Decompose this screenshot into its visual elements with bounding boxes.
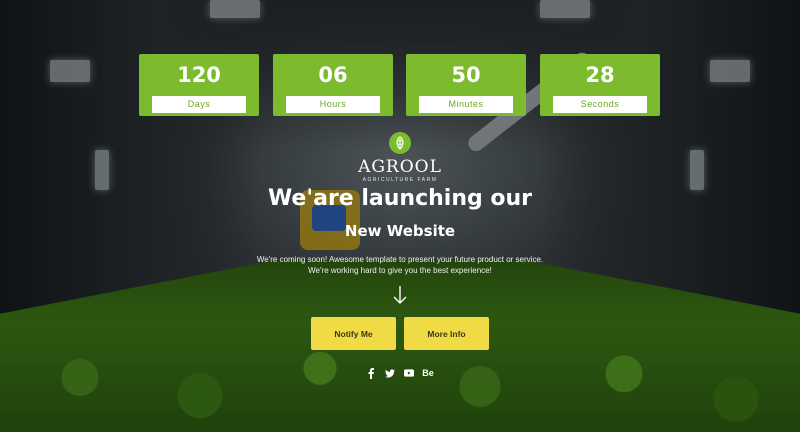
logo[interactable]: AGROOL AGRICULTURE FARM	[340, 132, 460, 183]
notify-me-button[interactable]: Notify Me	[311, 317, 396, 350]
countdown-days-value: 120	[177, 63, 221, 87]
description-line-2: We're working hard to give you the best …	[308, 266, 492, 275]
behance-icon[interactable]: Be	[422, 368, 434, 379]
countdown-seconds-value: 28	[585, 63, 615, 87]
logo-name: AGROOL	[358, 157, 442, 177]
youtube-icon[interactable]	[404, 368, 414, 379]
countdown: 120 Days 06 Hours 50 Minutes 28 Seconds	[139, 54, 660, 116]
countdown-minutes-value: 50	[451, 63, 481, 87]
more-info-button[interactable]: More Info	[404, 317, 489, 350]
description-line-1: We're coming soon! Awesome template to p…	[256, 255, 544, 264]
leaf-icon	[389, 132, 411, 154]
countdown-seconds: 28 Seconds	[540, 54, 660, 116]
arrow-down-icon[interactable]	[392, 285, 408, 305]
headline: We'are launching our	[267, 186, 533, 211]
countdown-hours: 06 Hours	[273, 54, 393, 116]
countdown-hours-value: 06	[318, 63, 348, 87]
countdown-days: 120 Days	[139, 54, 259, 116]
countdown-days-label: Days	[152, 96, 246, 113]
twitter-icon[interactable]	[385, 368, 395, 379]
logo-tagline: AGRICULTURE FARM	[362, 177, 438, 183]
countdown-minutes: 50 Minutes	[406, 54, 526, 116]
subheadline: New Website	[344, 222, 456, 240]
countdown-seconds-label: Seconds	[553, 96, 647, 113]
social-links: Be	[366, 366, 436, 380]
countdown-hours-label: Hours	[286, 96, 380, 113]
facebook-icon[interactable]	[366, 367, 376, 379]
description: We're coming soon! Awesome template to p…	[0, 254, 800, 276]
countdown-minutes-label: Minutes	[419, 96, 513, 113]
